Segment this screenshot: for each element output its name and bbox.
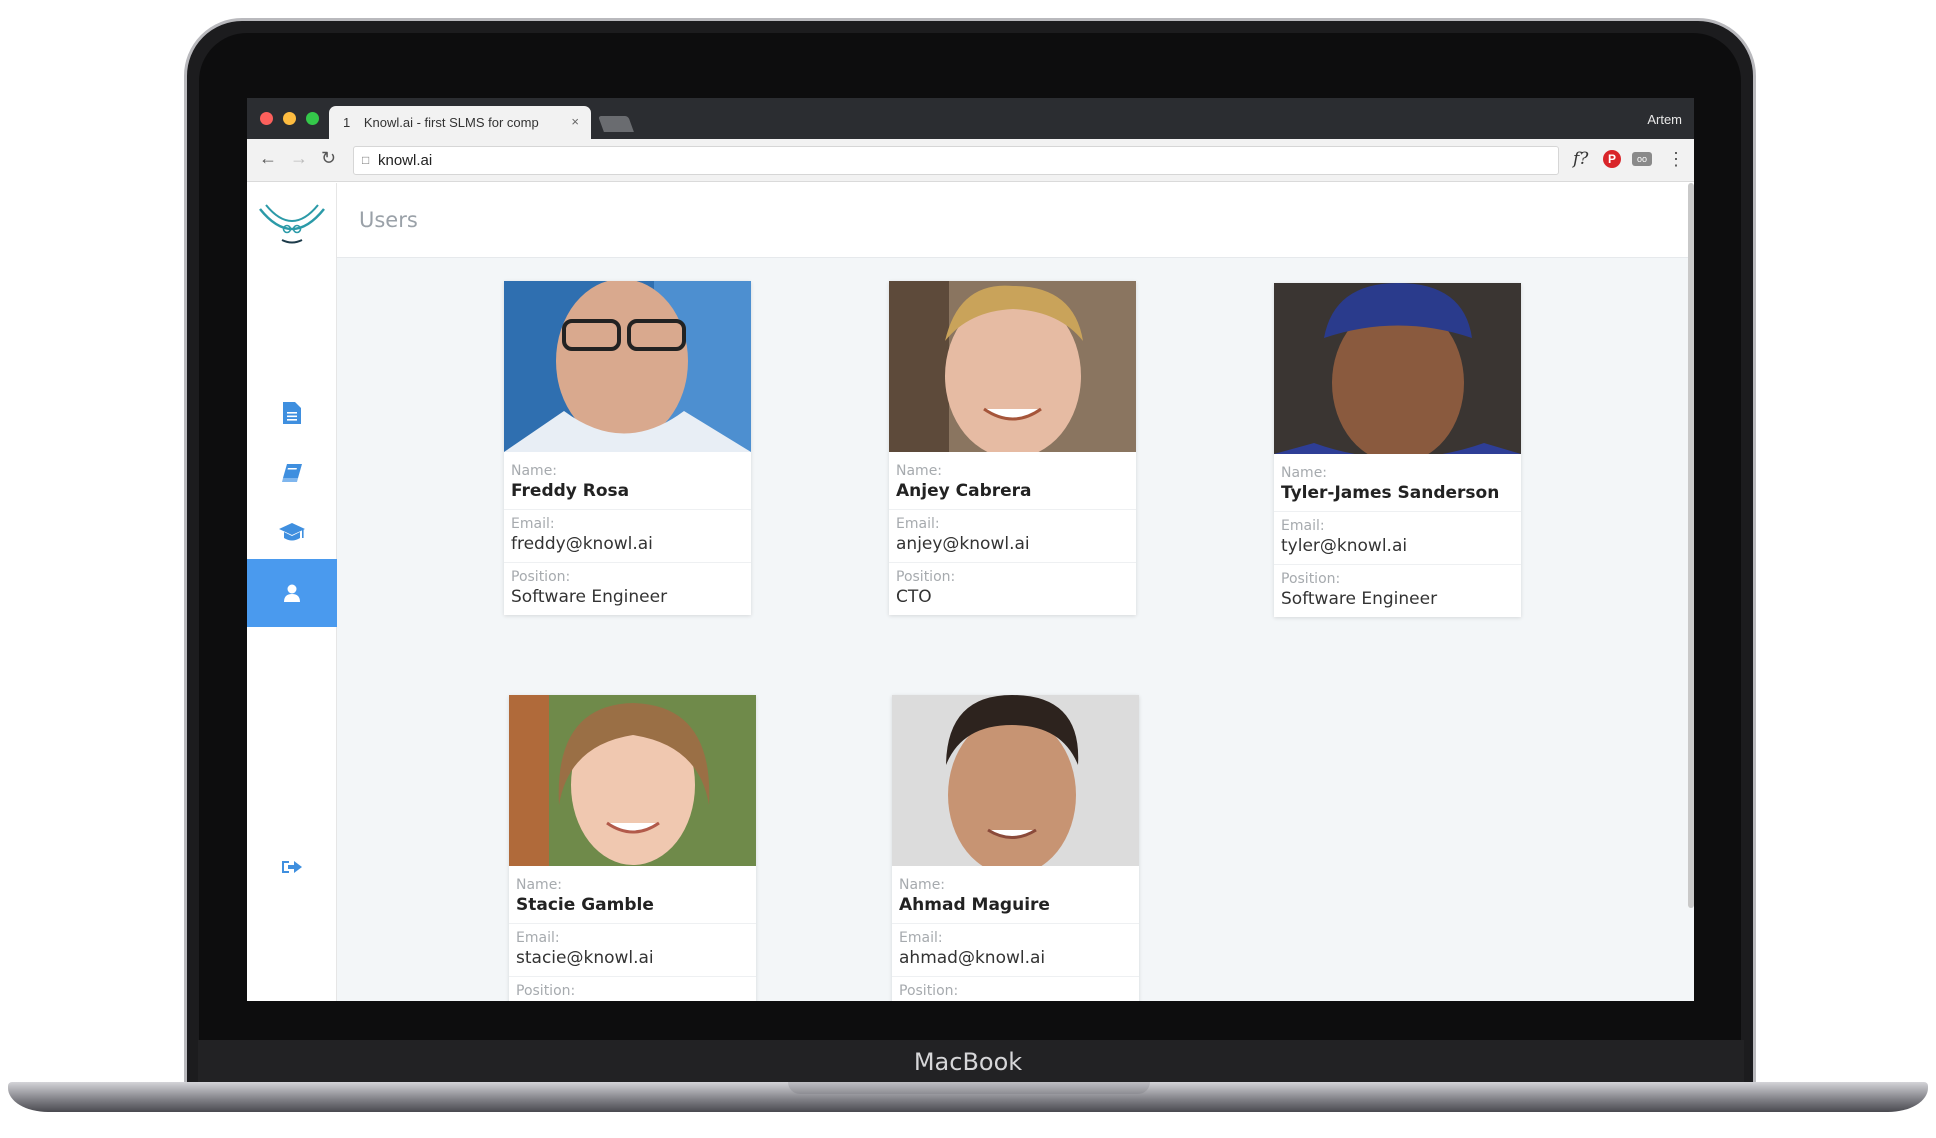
url-text: knowl.ai: [378, 152, 433, 169]
laptop-notch: [788, 1082, 1150, 1094]
sidebar-item-book[interactable]: [247, 439, 337, 507]
sidebar-item-logout[interactable]: [247, 833, 337, 901]
file-text-icon: [283, 402, 301, 424]
name-field: Name: Anjey Cabrera: [889, 457, 1136, 510]
tab-close-icon[interactable]: ×: [571, 114, 579, 129]
user-card[interactable]: Name: Freddy Rosa Email: freddy@knowl.ai…: [504, 279, 751, 615]
user-card[interactable]: Name: Tyler-James Sanderson Email: tyler…: [1274, 283, 1521, 617]
position-field: Position: CTO: [889, 563, 1136, 615]
position-field: Position:: [892, 977, 1139, 1001]
close-window-button[interactable]: [260, 112, 273, 125]
name-label: Name:: [899, 877, 946, 893]
user-position: CTO: [896, 587, 932, 607]
email-label: Email:: [896, 516, 940, 532]
user-icon: [284, 584, 300, 602]
email-field: Email: ahmad@knowl.ai: [892, 924, 1139, 977]
name-field: Name: Ahmad Maguire: [892, 871, 1139, 924]
position-label: Position:: [511, 569, 571, 585]
email-field: Email: freddy@knowl.ai: [504, 510, 751, 563]
user-position: Software Engineer: [511, 587, 668, 607]
tab-number: 1: [343, 115, 351, 130]
user-card[interactable]: Name: Ahmad Maguire Email: ahmad@knowl.a…: [892, 695, 1139, 1001]
email-field: Email: tyler@knowl.ai: [1274, 512, 1521, 565]
sidebar: [247, 183, 337, 1001]
user-position: Software Engineer: [1281, 589, 1438, 609]
browser-tabbar: 1 Knowl.ai - first SLMS for comp × Artem: [247, 98, 1694, 139]
pinterest-icon[interactable]: P: [1603, 150, 1621, 168]
position-label: Position:: [1281, 571, 1341, 587]
app: Users Name: Freddy Rosa Email: freddy@kn…: [247, 183, 1694, 1001]
email-label: Email:: [516, 930, 560, 946]
user-email[interactable]: ahmad@knowl.ai: [899, 948, 1133, 968]
name-label: Name:: [516, 877, 563, 893]
graduation-cap-icon: [279, 523, 305, 541]
user-card[interactable]: Name: Stacie Gamble Email: stacie@knowl.…: [509, 695, 756, 1001]
minimize-window-button[interactable]: [283, 112, 296, 125]
user-name: Tyler-James Sanderson: [1281, 483, 1500, 503]
user-email[interactable]: stacie@knowl.ai: [516, 948, 750, 968]
user-email[interactable]: anjey@knowl.ai: [896, 534, 1130, 554]
user-photo: [1274, 283, 1521, 463]
browser-tab[interactable]: 1 Knowl.ai - first SLMS for comp ×: [329, 106, 591, 139]
name-label: Name:: [1281, 465, 1328, 481]
book-icon: [282, 464, 302, 482]
maximize-window-button[interactable]: [306, 112, 319, 125]
position-field: Position:: [509, 977, 756, 1001]
sidebar-item-courses[interactable]: [247, 499, 337, 567]
page-icon: □: [362, 153, 370, 167]
page-header: Users: [337, 183, 1694, 258]
profile-name[interactable]: Artem: [1647, 112, 1682, 127]
user-card[interactable]: Name: Anjey Cabrera Email: anjey@knowl.a…: [889, 281, 1136, 615]
name-label: Name:: [896, 463, 943, 479]
tab-title: Knowl.ai - first SLMS for comp: [363, 115, 539, 130]
position-label: Position:: [899, 983, 959, 999]
user-name: Anjey Cabrera: [896, 481, 1032, 501]
forward-arrow-icon[interactable]: →: [290, 148, 308, 169]
email-label: Email:: [1281, 518, 1325, 534]
address-bar[interactable]: □ knowl.ai: [353, 146, 1559, 175]
name-field: Name: Freddy Rosa: [504, 457, 751, 510]
browser-toolbar: ← → ↻ □ knowl.ai f? P oo ⋮: [247, 139, 1694, 182]
user-name: Ahmad Maguire: [899, 895, 1050, 915]
font-extension-icon[interactable]: f?: [1573, 149, 1588, 169]
position-field: Position: Software Engineer: [504, 563, 751, 615]
reload-icon[interactable]: ↻: [321, 148, 336, 169]
email-label: Email:: [899, 930, 943, 946]
reader-extension-icon[interactable]: oo: [1632, 152, 1652, 166]
main-content: Users Name: Freddy Rosa Email: freddy@kn…: [337, 183, 1694, 1001]
browser-menu-icon[interactable]: ⋮: [1667, 149, 1685, 170]
owl-logo-icon[interactable]: [257, 201, 327, 247]
name-field: Name: Tyler-James Sanderson: [1274, 459, 1521, 512]
scrollbar[interactable]: [1688, 183, 1694, 908]
name-field: Name: Stacie Gamble: [509, 871, 756, 924]
new-tab-button[interactable]: [598, 116, 634, 132]
page-title: Users: [359, 208, 418, 232]
user-photo: [509, 695, 756, 866]
sidebar-item-documents[interactable]: [247, 379, 337, 447]
position-label: Position:: [896, 569, 956, 585]
email-label: Email:: [511, 516, 555, 532]
user-photo: [892, 695, 1139, 875]
back-arrow-icon[interactable]: ←: [259, 148, 277, 169]
position-field: Position: Software Engineer: [1274, 565, 1521, 617]
device-label: MacBook: [913, 1048, 1023, 1076]
user-email[interactable]: tyler@knowl.ai: [1281, 536, 1515, 556]
name-label: Name:: [511, 463, 558, 479]
email-field: Email: anjey@knowl.ai: [889, 510, 1136, 563]
position-label: Position:: [516, 983, 576, 999]
sign-out-icon: [282, 861, 302, 873]
user-photo: [504, 279, 751, 452]
user-name: Stacie Gamble: [516, 895, 654, 915]
user-email[interactable]: freddy@knowl.ai: [511, 534, 745, 554]
user-name: Freddy Rosa: [511, 481, 630, 501]
screen: 1 Knowl.ai - first SLMS for comp × Artem…: [247, 98, 1694, 1001]
user-photo: [889, 281, 1136, 458]
sidebar-item-users[interactable]: [247, 559, 337, 627]
email-field: Email: stacie@knowl.ai: [509, 924, 756, 977]
